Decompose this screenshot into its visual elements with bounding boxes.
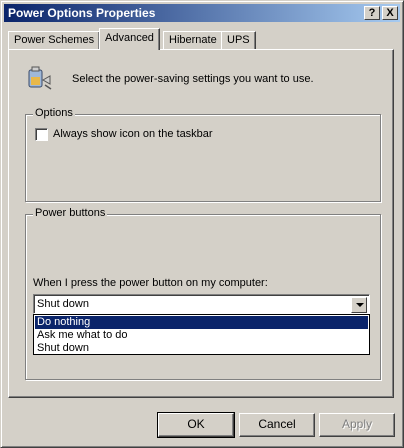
tab-advanced[interactable]: Advanced <box>99 28 160 50</box>
show-icon-checkbox[interactable] <box>35 128 48 141</box>
tab-ups[interactable]: UPS <box>221 31 256 49</box>
title-bar: Power Options Properties ? X <box>4 4 400 22</box>
cancel-button-label: Cancel <box>258 417 296 431</box>
options-group-label: Options <box>33 107 75 119</box>
tab-power-schemes[interactable]: Power Schemes <box>8 31 101 49</box>
close-button[interactable]: X <box>382 6 398 20</box>
tab-hibernate[interactable]: Hibernate <box>163 31 223 49</box>
power-button-action-select[interactable]: Shut down <box>33 294 370 314</box>
intro-text: Select the power-saving settings you wan… <box>72 73 314 85</box>
chevron-down-icon <box>356 303 364 307</box>
option-shut-down[interactable]: Shut down <box>35 342 368 355</box>
option-ask-me[interactable]: Ask me what to do <box>35 329 368 342</box>
tab-strip: Power Schemes Advanced Hibernate UPS <box>8 28 398 50</box>
apply-button[interactable]: Apply <box>319 413 395 437</box>
apply-button-label: Apply <box>341 417 373 431</box>
show-icon-checkbox-label[interactable]: Always show icon on the taskbar <box>53 128 213 140</box>
power-button-action-value: Shut down <box>37 298 89 310</box>
ok-button[interactable]: OK <box>157 412 235 438</box>
power-button-prompt: When I press the power button on my comp… <box>33 277 268 289</box>
power-buttons-group-label: Power buttons <box>33 207 108 219</box>
option-do-nothing[interactable]: Do nothing <box>35 316 368 329</box>
battery-power-icon <box>28 66 52 90</box>
power-button-action-list: Do nothing Ask me what to do Shut down <box>33 314 370 355</box>
help-button[interactable]: ? <box>364 6 380 20</box>
cancel-button[interactable]: Cancel <box>239 413 315 437</box>
ok-button-label: OK <box>187 417 205 431</box>
dropdown-button[interactable] <box>351 297 367 313</box>
window-title: Power Options Properties <box>8 6 156 20</box>
